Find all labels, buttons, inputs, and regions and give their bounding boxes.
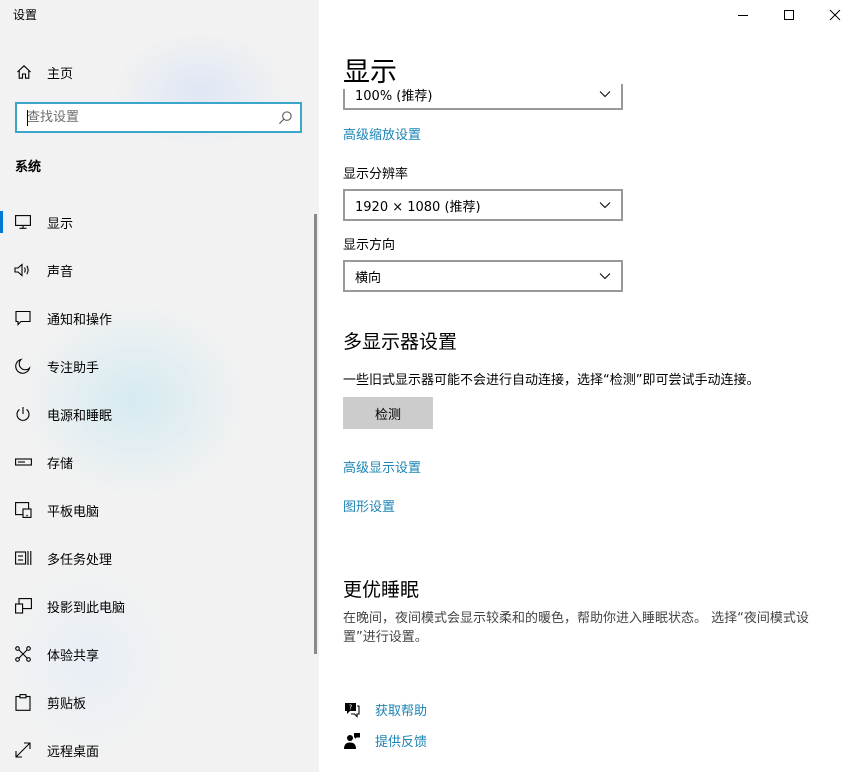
- sidebar-item-focus-assist[interactable]: 专注助手: [0, 342, 319, 390]
- multi-display-heading: 多显示器设置: [343, 331, 458, 353]
- graphics-settings-link[interactable]: 图形设置: [343, 496, 395, 515]
- tablet-icon: [14, 501, 32, 519]
- sleep-heading: 更优睡眠: [343, 579, 420, 601]
- sidebar-nav: 显示 声音 通知和操作 专注助手 电源和睡眠 存储 平板电脑 多任务处理 投影到…: [0, 198, 319, 772]
- resolution-value: 1920 × 1080 (推荐): [355, 199, 481, 215]
- sidebar-item-power-sleep[interactable]: 电源和睡眠: [0, 390, 319, 438]
- give-feedback-link[interactable]: 提供反馈: [343, 731, 427, 750]
- moon-icon: [14, 357, 32, 375]
- sidebar-item-label: 显示: [47, 216, 74, 232]
- sidebar-item-label: 存储: [47, 456, 74, 472]
- search-input[interactable]: [17, 104, 278, 131]
- sidebar-item-label: 剪贴板: [47, 696, 87, 712]
- section-label: 系统: [15, 160, 42, 175]
- sidebar-item-label: 投影到此电脑: [47, 600, 126, 616]
- sidebar-item-label: 远程桌面: [47, 744, 100, 760]
- advanced-scaling-link[interactable]: 高级缩放设置: [343, 124, 421, 143]
- sidebar-item-label: 通知和操作: [47, 312, 113, 328]
- sidebar-item-tablet[interactable]: 平板电脑: [0, 486, 319, 534]
- page-title: 显示: [343, 50, 407, 89]
- clipboard-icon: [14, 693, 32, 711]
- sidebar-item-shared-experiences[interactable]: 体验共享: [0, 630, 319, 678]
- home-icon: [17, 65, 31, 79]
- text-caret: [27, 110, 28, 126]
- maximize-icon: [784, 10, 794, 20]
- orientation-value: 横向: [355, 270, 382, 286]
- sidebar-item-remote-desktop[interactable]: 远程桌面: [0, 726, 319, 772]
- project-icon: [14, 597, 32, 615]
- sidebar-item-label: 专注助手: [47, 360, 100, 376]
- resolution-label: 显示分辨率: [343, 167, 409, 182]
- maximize-button[interactable]: [766, 0, 812, 30]
- sidebar-item-clipboard[interactable]: 剪贴板: [0, 678, 319, 726]
- main-content: 显示 100% (推荐) 高级缩放设置 显示分辨率 1920 × 1080 (推…: [319, 0, 858, 772]
- give-feedback-label: 提供反馈: [375, 735, 428, 750]
- chevron-down-icon: [599, 202, 611, 209]
- power-icon: [14, 405, 32, 423]
- help-chat-icon: ?: [345, 702, 360, 718]
- sidebar-item-label: 主页: [47, 66, 74, 82]
- remote-desktop-icon: [14, 741, 32, 759]
- feedback-person-icon: [344, 732, 360, 749]
- sidebar-item-label: 声音: [47, 264, 74, 280]
- sidebar-item-label: 体验共享: [47, 648, 100, 664]
- window-controls: [720, 0, 858, 30]
- app-title: 设置: [13, 8, 38, 22]
- storage-icon: [14, 453, 32, 471]
- multi-display-description: 一些旧式显示器可能不会进行自动连接，选择“检测”即可尝试手动连接。: [343, 373, 760, 388]
- minimize-button[interactable]: [720, 0, 766, 30]
- get-help-link[interactable]: ? 获取帮助: [343, 700, 427, 719]
- sidebar-item-label: 平板电脑: [47, 504, 100, 520]
- advanced-display-link[interactable]: 高级显示设置: [343, 457, 421, 476]
- search-box[interactable]: [15, 102, 302, 133]
- share-icon: [14, 645, 32, 663]
- sidebar-item-multitasking[interactable]: 多任务处理: [0, 534, 319, 582]
- sidebar-item-project-to-pc[interactable]: 投影到此电脑: [0, 582, 319, 630]
- orientation-label: 显示方向: [343, 238, 396, 253]
- search-icon[interactable]: [278, 110, 293, 125]
- sidebar-item-home[interactable]: 主页: [0, 54, 319, 90]
- sidebar-item-notifications[interactable]: 通知和操作: [0, 294, 319, 342]
- sidebar-item-label: 多任务处理: [47, 552, 113, 568]
- sleep-description: 在晚间，夜间模式会显示较柔和的暖色，帮助你进入睡眠状态。 选择“夜间模式设置”进…: [343, 611, 809, 645]
- orientation-dropdown[interactable]: 横向: [343, 260, 623, 292]
- svg-text:?: ?: [349, 703, 353, 711]
- get-help-label: 获取帮助: [375, 704, 428, 719]
- sidebar-scrollbar[interactable]: [314, 214, 317, 654]
- monitor-icon: [14, 213, 32, 231]
- speaker-icon: [14, 261, 32, 279]
- notification-icon: [14, 309, 32, 327]
- chevron-down-icon: [599, 273, 611, 280]
- sidebar-item-sound[interactable]: 声音: [0, 246, 319, 294]
- resolution-dropdown[interactable]: 1920 × 1080 (推荐): [343, 189, 623, 221]
- detect-button[interactable]: 检测: [343, 397, 433, 429]
- sidebar-item-storage[interactable]: 存储: [0, 438, 319, 486]
- close-button[interactable]: [812, 0, 858, 30]
- multitask-icon: [14, 549, 32, 567]
- minimize-icon: [738, 15, 748, 16]
- chevron-down-icon: [599, 91, 611, 98]
- sidebar-item-label: 电源和睡眠: [47, 408, 113, 424]
- close-icon: [829, 9, 841, 21]
- sidebar-item-display[interactable]: 显示: [0, 198, 319, 246]
- sidebar: 设置 主页 系统 显示 声音: [0, 0, 319, 772]
